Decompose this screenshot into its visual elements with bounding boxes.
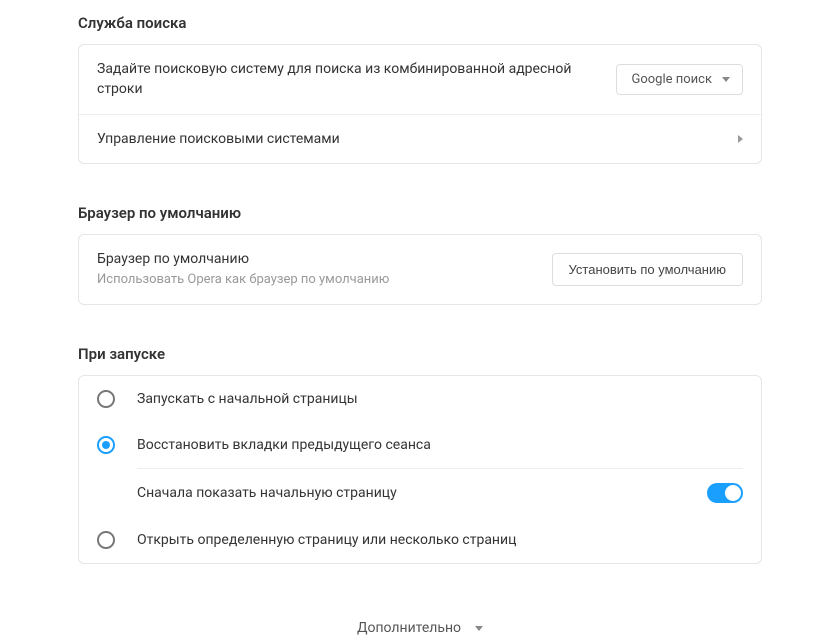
startup-sub-option: Сначала показать начальную страницу bbox=[137, 468, 743, 517]
default-browser-row-sub: Использовать Opera как браузер по умолча… bbox=[97, 271, 536, 290]
search-engine-select[interactable]: Google поиск bbox=[616, 64, 743, 95]
search-card: Задайте поисковую систему для поиска из … bbox=[78, 44, 762, 164]
startup-sub-option-label: Сначала показать начальную страницу bbox=[137, 485, 397, 501]
section-title-search: Служба поиска bbox=[78, 14, 762, 32]
startup-option-label: Открыть определенную страницу или нескол… bbox=[137, 532, 516, 548]
radio-icon bbox=[97, 390, 115, 408]
search-engine-desc: Задайте поисковую систему для поиска из … bbox=[97, 59, 600, 100]
chevron-right-icon bbox=[738, 135, 743, 143]
advanced-label: Дополнительно bbox=[357, 620, 461, 636]
advanced-toggle[interactable]: Дополнительно bbox=[78, 620, 762, 636]
default-browser-text: Браузер по умолчанию Использовать Opera … bbox=[97, 249, 536, 290]
startup-option-start-page[interactable]: Запускать с начальной страницы bbox=[79, 376, 761, 422]
search-engine-row: Задайте поисковую систему для поиска из … bbox=[79, 45, 761, 114]
manage-search-engines-row[interactable]: Управление поисковыми системами bbox=[79, 114, 761, 163]
chevron-down-icon bbox=[722, 77, 730, 82]
show-start-page-toggle[interactable] bbox=[707, 483, 743, 503]
default-browser-row-title: Браузер по умолчанию bbox=[97, 249, 536, 269]
startup-option-specific-pages[interactable]: Открыть определенную страницу или нескол… bbox=[79, 517, 761, 563]
default-browser-row: Браузер по умолчанию Использовать Opera … bbox=[79, 235, 761, 304]
startup-option-label: Запускать с начальной страницы bbox=[137, 391, 358, 407]
section-title-startup: При запуске bbox=[78, 345, 762, 363]
search-engine-selected-label: Google поиск bbox=[631, 72, 712, 87]
startup-option-restore-tabs[interactable]: Восстановить вкладки предыдущего сеанса bbox=[79, 422, 761, 468]
manage-search-engines-label: Управление поисковыми системами bbox=[97, 129, 722, 149]
radio-icon bbox=[97, 436, 115, 454]
radio-icon bbox=[97, 531, 115, 549]
set-default-button[interactable]: Установить по умолчанию bbox=[552, 253, 743, 286]
chevron-down-icon bbox=[475, 626, 483, 631]
section-title-default-browser: Браузер по умолчанию bbox=[78, 204, 762, 222]
startup-card: Запускать с начальной страницы Восстанов… bbox=[78, 375, 762, 564]
default-browser-card: Браузер по умолчанию Использовать Opera … bbox=[78, 234, 762, 305]
startup-option-label: Восстановить вкладки предыдущего сеанса bbox=[137, 437, 431, 453]
